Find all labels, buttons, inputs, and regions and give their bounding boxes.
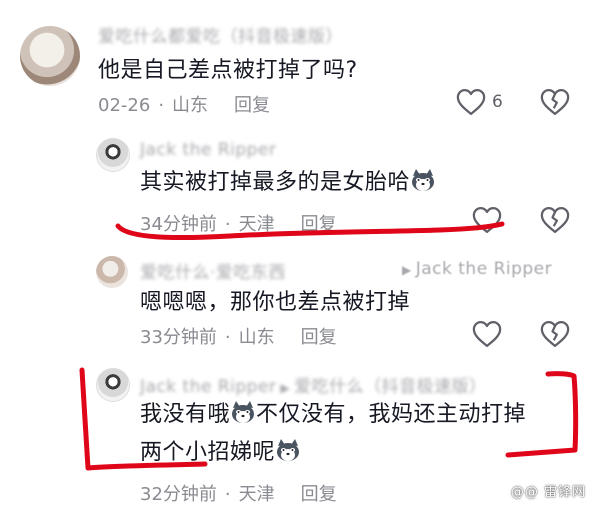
comment-text: 嗯嗯嗯，那你也差点被打掉 bbox=[140, 290, 411, 315]
comment-location: 山东 bbox=[172, 95, 209, 116]
comment-text-part: 不仅没有，我妈还主动打掉 bbox=[256, 402, 527, 427]
comment-text: 我没有哦 不仅没有，我妈还主动打掉 bbox=[140, 398, 526, 432]
username-text[interactable]: 爱吃什么·爱吃东西 bbox=[140, 263, 286, 283]
comment-location: 山东 bbox=[238, 327, 275, 348]
reply-button[interactable]: 回复 bbox=[301, 214, 337, 235]
comment-username[interactable]: 爱吃什么都爱吃（抖音极速版） bbox=[98, 22, 343, 47]
comment-meta: 33分钟前 · 山东 回复 bbox=[140, 323, 337, 349]
separator: · bbox=[224, 327, 231, 348]
avatar[interactable] bbox=[96, 256, 128, 288]
like-button[interactable] bbox=[472, 206, 502, 234]
comment-username[interactable]: Jack the Ripper ▶ 爱吃什么（抖音极速版） bbox=[140, 372, 487, 397]
heart-outline-icon bbox=[456, 89, 486, 115]
separator: · bbox=[224, 484, 231, 505]
like-count: 6 bbox=[492, 92, 503, 112]
username-text[interactable]: Jack the Ripper bbox=[140, 377, 276, 397]
avatar[interactable] bbox=[20, 26, 80, 86]
reply-button[interactable]: 回复 bbox=[234, 95, 270, 116]
comment-time: 33分钟前 bbox=[140, 327, 217, 348]
reply-to-username[interactable]: Jack the Ripper bbox=[416, 259, 552, 279]
reply-button[interactable]: 回复 bbox=[301, 327, 337, 348]
dislike-button[interactable] bbox=[540, 88, 570, 120]
comment-location: 天津 bbox=[238, 214, 275, 235]
heart-outline-icon bbox=[472, 321, 502, 347]
comment-text-body: 其实被打掉最多的是女胎哈 bbox=[140, 170, 411, 195]
comment-meta: 34分钟前 · 天津 回复 bbox=[140, 210, 337, 236]
comment-time: 34分钟前 bbox=[140, 214, 217, 235]
comment-time: 02-26 bbox=[98, 95, 151, 116]
husky-dog-emoji-icon bbox=[232, 401, 255, 423]
watermark: @@ 雷锋网 bbox=[510, 485, 586, 500]
comment-location: 天津 bbox=[238, 484, 275, 505]
comment-username[interactable]: Jack the Ripper bbox=[140, 140, 276, 160]
comment-meta: 02-26 · 山东 回复 bbox=[98, 91, 270, 117]
comment-meta: 32分钟前 · 天津 回复 bbox=[140, 480, 337, 506]
like-button[interactable]: 6 bbox=[456, 88, 503, 116]
husky-dog-emoji-icon bbox=[277, 439, 300, 461]
reply-to-username[interactable]: 爱吃什么（抖音极速版） bbox=[294, 377, 487, 397]
comment-text-part: 我没有哦 bbox=[140, 402, 231, 427]
comment-text: 其实被打掉最多的是女胎哈 bbox=[140, 166, 436, 200]
broken-heart-icon bbox=[540, 89, 570, 115]
reply-arrow-icon: ▶ bbox=[402, 263, 412, 277]
dislike-button[interactable] bbox=[540, 320, 570, 352]
separator: · bbox=[158, 95, 165, 116]
broken-heart-icon bbox=[540, 321, 570, 347]
reply-to[interactable]: ▶ Jack the Ripper bbox=[398, 259, 552, 279]
dislike-button[interactable] bbox=[540, 206, 570, 238]
husky-dog-emoji-icon bbox=[412, 169, 435, 191]
comment-text-part: 两个小招娣呢 bbox=[140, 440, 276, 465]
like-button[interactable] bbox=[472, 320, 502, 348]
heart-outline-icon bbox=[472, 207, 502, 233]
comment-time: 32分钟前 bbox=[140, 484, 217, 505]
reply-button[interactable]: 回复 bbox=[301, 484, 337, 505]
comment-username[interactable]: 爱吃什么·爱吃东西 bbox=[140, 258, 286, 283]
avatar[interactable] bbox=[96, 368, 130, 402]
comment-text-line2: 两个小招娣呢 bbox=[140, 436, 301, 470]
avatar[interactable] bbox=[96, 138, 130, 172]
reply-arrow-icon: ▶ bbox=[280, 381, 291, 395]
separator: · bbox=[224, 214, 231, 235]
comment-text: 他是自己差点被打掉了吗? bbox=[98, 58, 358, 83]
broken-heart-icon bbox=[540, 207, 570, 233]
